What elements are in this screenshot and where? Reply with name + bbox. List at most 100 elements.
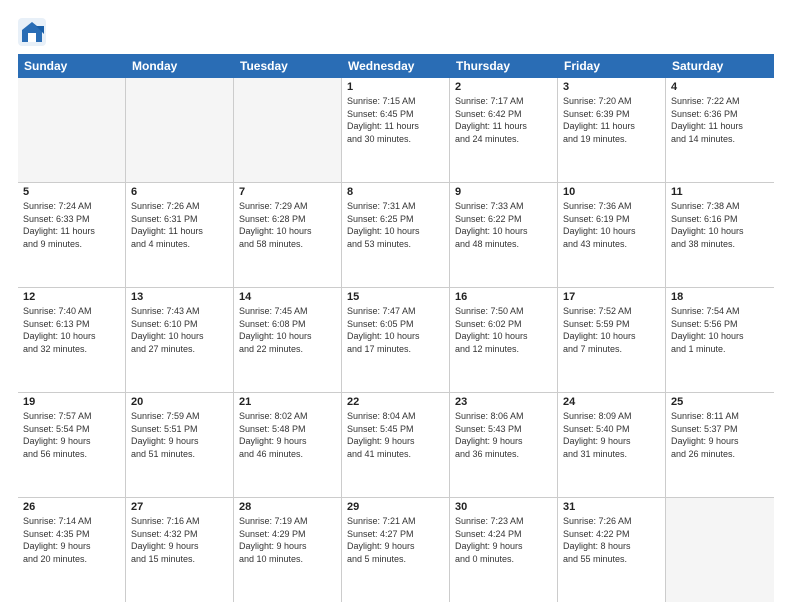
calendar-cell: 24 Sunrise: 8:09 AM Sunset: 5:40 PM Dayli… <box>558 393 666 497</box>
cell-info: Sunrise: 7:52 AM Sunset: 5:59 PM Dayligh… <box>563 305 660 355</box>
calendar-cell: 12 Sunrise: 7:40 AM Sunset: 6:13 PM Dayli… <box>18 288 126 392</box>
day-number: 27 <box>131 501 228 513</box>
calendar-cell: 5 Sunrise: 7:24 AM Sunset: 6:33 PM Daylig… <box>18 183 126 287</box>
day-number: 24 <box>563 396 660 408</box>
weekday-header: Wednesday <box>342 54 450 78</box>
cell-info: Sunrise: 7:57 AM Sunset: 5:54 PM Dayligh… <box>23 410 120 460</box>
day-number: 31 <box>563 501 660 513</box>
day-number: 14 <box>239 291 336 303</box>
calendar-cell: 30 Sunrise: 7:23 AM Sunset: 4:24 PM Dayli… <box>450 498 558 602</box>
calendar-row: 19 Sunrise: 7:57 AM Sunset: 5:54 PM Dayli… <box>18 393 774 498</box>
day-number: 11 <box>671 186 769 198</box>
cell-info: Sunrise: 7:31 AM Sunset: 6:25 PM Dayligh… <box>347 200 444 250</box>
day-number: 8 <box>347 186 444 198</box>
day-number: 15 <box>347 291 444 303</box>
calendar-cell: 15 Sunrise: 7:47 AM Sunset: 6:05 PM Dayli… <box>342 288 450 392</box>
calendar-cell: 9 Sunrise: 7:33 AM Sunset: 6:22 PM Daylig… <box>450 183 558 287</box>
day-number: 23 <box>455 396 552 408</box>
calendar-row: 1Sunrise: 7:15 AM Sunset: 6:45 PM Daylig… <box>18 78 774 183</box>
weekday-header: Tuesday <box>234 54 342 78</box>
calendar-cell: 16 Sunrise: 7:50 AM Sunset: 6:02 PM Dayli… <box>450 288 558 392</box>
page-header <box>18 18 774 46</box>
calendar-cell: 23 Sunrise: 8:06 AM Sunset: 5:43 PM Dayli… <box>450 393 558 497</box>
day-number: 7 <box>239 186 336 198</box>
cell-info: Sunrise: 7:45 AM Sunset: 6:08 PM Dayligh… <box>239 305 336 355</box>
weekday-header: Saturday <box>666 54 774 78</box>
cell-info: Sunrise: 7:19 AM Sunset: 4:29 PM Dayligh… <box>239 515 336 565</box>
cell-info: Sunrise: 7:40 AM Sunset: 6:13 PM Dayligh… <box>23 305 120 355</box>
calendar-cell: 3Sunrise: 7:20 AM Sunset: 6:39 PM Daylig… <box>558 78 666 182</box>
day-number: 5 <box>23 186 120 198</box>
cell-info: Sunrise: 8:06 AM Sunset: 5:43 PM Dayligh… <box>455 410 552 460</box>
logo <box>18 18 50 46</box>
cell-info: Sunrise: 7:59 AM Sunset: 5:51 PM Dayligh… <box>131 410 228 460</box>
calendar-cell <box>666 498 774 602</box>
calendar-cell: 28 Sunrise: 7:19 AM Sunset: 4:29 PM Dayli… <box>234 498 342 602</box>
calendar-cell: 26 Sunrise: 7:14 AM Sunset: 4:35 PM Dayli… <box>18 498 126 602</box>
day-number: 20 <box>131 396 228 408</box>
cell-info: Sunrise: 7:16 AM Sunset: 4:32 PM Dayligh… <box>131 515 228 565</box>
calendar-cell: 18Sunrise: 7:54 AM Sunset: 5:56 PM Dayli… <box>666 288 774 392</box>
calendar-body: 1Sunrise: 7:15 AM Sunset: 6:45 PM Daylig… <box>18 78 774 602</box>
calendar-row: 26 Sunrise: 7:14 AM Sunset: 4:35 PM Dayli… <box>18 498 774 602</box>
calendar-cell <box>126 78 234 182</box>
calendar-cell: 13 Sunrise: 7:43 AM Sunset: 6:10 PM Dayli… <box>126 288 234 392</box>
day-number: 12 <box>23 291 120 303</box>
weekday-header: Monday <box>126 54 234 78</box>
cell-info: Sunrise: 7:54 AM Sunset: 5:56 PM Dayligh… <box>671 305 769 355</box>
weekday-header: Thursday <box>450 54 558 78</box>
cell-info: Sunrise: 7:29 AM Sunset: 6:28 PM Dayligh… <box>239 200 336 250</box>
day-number: 21 <box>239 396 336 408</box>
calendar: SundayMondayTuesdayWednesdayThursdayFrid… <box>18 54 774 602</box>
calendar-cell <box>18 78 126 182</box>
calendar-cell: 22Sunrise: 8:04 AM Sunset: 5:45 PM Dayli… <box>342 393 450 497</box>
cell-info: Sunrise: 7:26 AM Sunset: 6:31 PM Dayligh… <box>131 200 228 250</box>
day-number: 19 <box>23 396 120 408</box>
day-number: 17 <box>563 291 660 303</box>
calendar-cell: 2 Sunrise: 7:17 AM Sunset: 6:42 PM Daylig… <box>450 78 558 182</box>
calendar-cell: 11 Sunrise: 7:38 AM Sunset: 6:16 PM Dayli… <box>666 183 774 287</box>
day-number: 28 <box>239 501 336 513</box>
calendar-cell: 20 Sunrise: 7:59 AM Sunset: 5:51 PM Dayli… <box>126 393 234 497</box>
calendar-cell: 1Sunrise: 7:15 AM Sunset: 6:45 PM Daylig… <box>342 78 450 182</box>
cell-info: Sunrise: 7:21 AM Sunset: 4:27 PM Dayligh… <box>347 515 444 565</box>
cell-info: Sunrise: 8:11 AM Sunset: 5:37 PM Dayligh… <box>671 410 769 460</box>
day-number: 10 <box>563 186 660 198</box>
calendar-cell: 8 Sunrise: 7:31 AM Sunset: 6:25 PM Daylig… <box>342 183 450 287</box>
calendar-cell: 19 Sunrise: 7:57 AM Sunset: 5:54 PM Dayli… <box>18 393 126 497</box>
cell-info: Sunrise: 7:23 AM Sunset: 4:24 PM Dayligh… <box>455 515 552 565</box>
cell-info: Sunrise: 7:36 AM Sunset: 6:19 PM Dayligh… <box>563 200 660 250</box>
day-number: 2 <box>455 81 552 93</box>
cell-info: Sunrise: 7:47 AM Sunset: 6:05 PM Dayligh… <box>347 305 444 355</box>
cell-info: Sunrise: 7:24 AM Sunset: 6:33 PM Dayligh… <box>23 200 120 250</box>
day-number: 30 <box>455 501 552 513</box>
day-number: 6 <box>131 186 228 198</box>
calendar-cell: 21 Sunrise: 8:02 AM Sunset: 5:48 PM Dayli… <box>234 393 342 497</box>
cell-info: Sunrise: 8:09 AM Sunset: 5:40 PM Dayligh… <box>563 410 660 460</box>
day-number: 25 <box>671 396 769 408</box>
cell-info: Sunrise: 7:15 AM Sunset: 6:45 PM Dayligh… <box>347 95 444 145</box>
day-number: 9 <box>455 186 552 198</box>
day-number: 26 <box>23 501 120 513</box>
day-number: 16 <box>455 291 552 303</box>
day-number: 29 <box>347 501 444 513</box>
day-number: 22 <box>347 396 444 408</box>
cell-info: Sunrise: 7:38 AM Sunset: 6:16 PM Dayligh… <box>671 200 769 250</box>
logo-icon <box>18 18 46 46</box>
cell-info: Sunrise: 7:20 AM Sunset: 6:39 PM Dayligh… <box>563 95 660 145</box>
cell-info: Sunrise: 7:50 AM Sunset: 6:02 PM Dayligh… <box>455 305 552 355</box>
calendar-row: 12 Sunrise: 7:40 AM Sunset: 6:13 PM Dayli… <box>18 288 774 393</box>
cell-info: Sunrise: 7:33 AM Sunset: 6:22 PM Dayligh… <box>455 200 552 250</box>
cell-info: Sunrise: 7:17 AM Sunset: 6:42 PM Dayligh… <box>455 95 552 145</box>
calendar-cell: 4Sunrise: 7:22 AM Sunset: 6:36 PM Daylig… <box>666 78 774 182</box>
calendar-header: SundayMondayTuesdayWednesdayThursdayFrid… <box>18 54 774 78</box>
weekday-header: Sunday <box>18 54 126 78</box>
calendar-cell: 29 Sunrise: 7:21 AM Sunset: 4:27 PM Dayli… <box>342 498 450 602</box>
calendar-cell <box>234 78 342 182</box>
cell-info: Sunrise: 7:26 AM Sunset: 4:22 PM Dayligh… <box>563 515 660 565</box>
day-number: 13 <box>131 291 228 303</box>
cell-info: Sunrise: 8:02 AM Sunset: 5:48 PM Dayligh… <box>239 410 336 460</box>
cell-info: Sunrise: 7:14 AM Sunset: 4:35 PM Dayligh… <box>23 515 120 565</box>
cell-info: Sunrise: 7:43 AM Sunset: 6:10 PM Dayligh… <box>131 305 228 355</box>
calendar-row: 5 Sunrise: 7:24 AM Sunset: 6:33 PM Daylig… <box>18 183 774 288</box>
